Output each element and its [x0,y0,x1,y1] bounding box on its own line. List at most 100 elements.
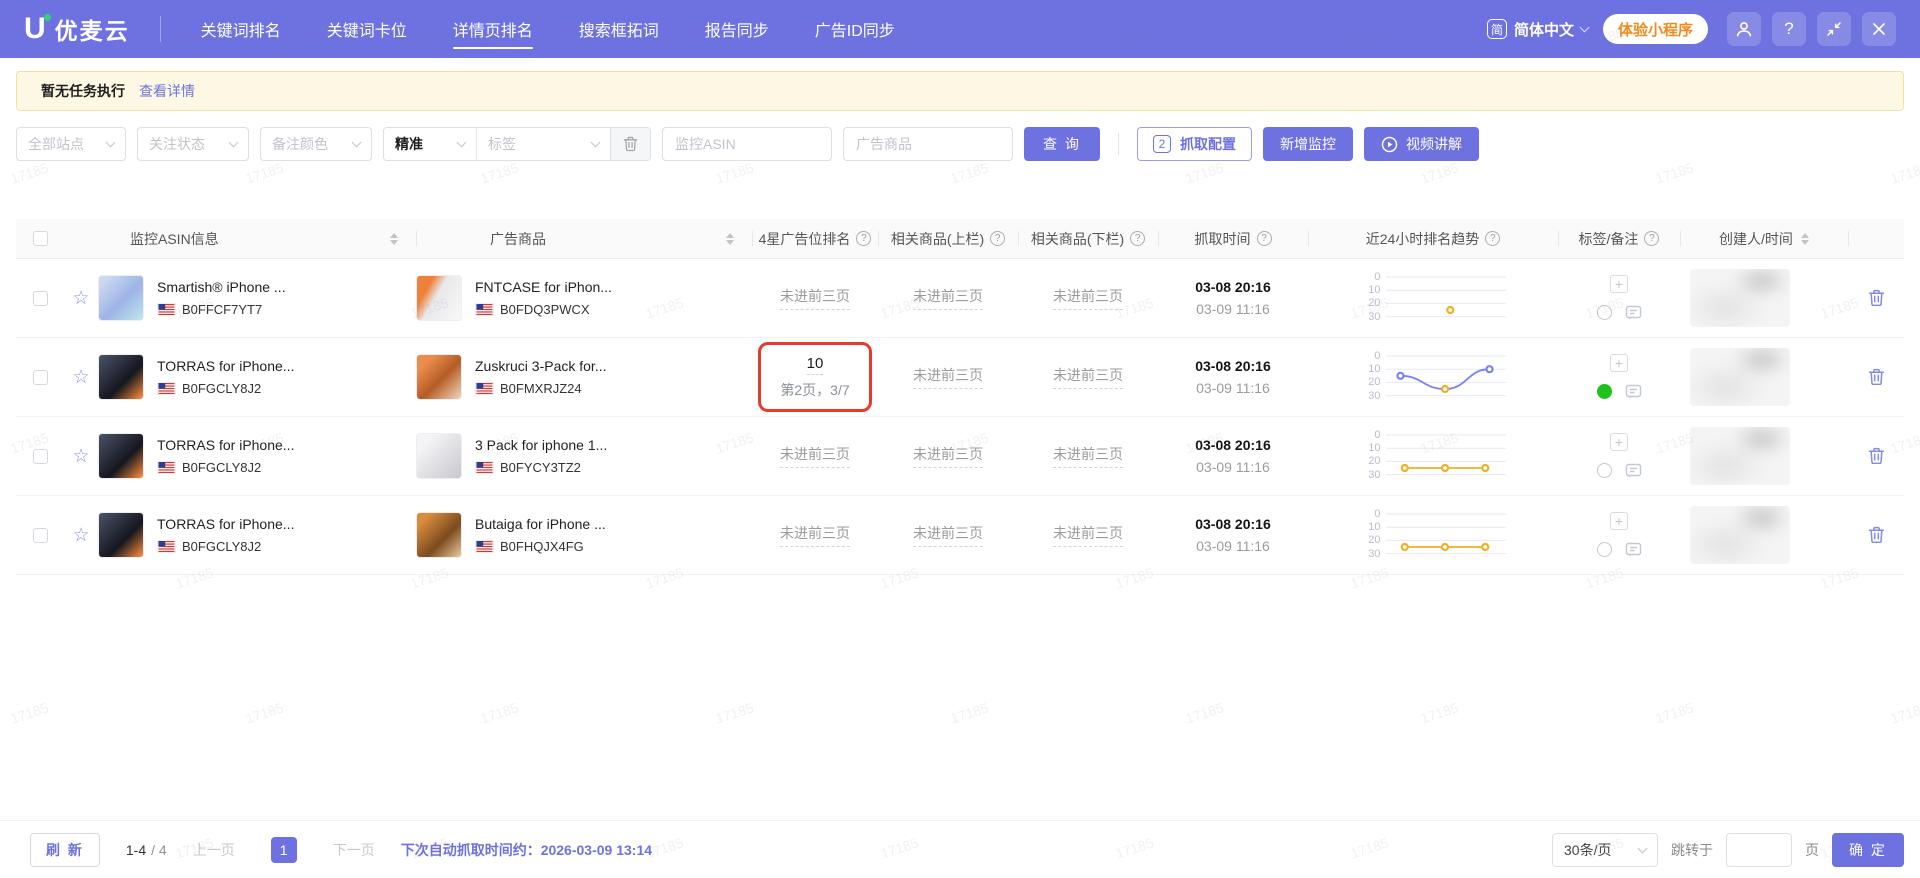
nav-item-4[interactable]: 搜索框拓词 [579,0,659,58]
nav-item-3[interactable]: 详情页排名 [452,0,533,58]
info-icon[interactable]: ? [856,231,872,246]
sort-icon[interactable] [726,232,734,245]
site-filter-select[interactable]: 全部站点 [16,127,126,161]
nav-item-2[interactable]: 关键词卡位 [327,0,407,58]
confirm-button[interactable]: 确 定 [1832,832,1904,867]
column-header-trend[interactable]: 近24小时排名趋势? [1308,219,1558,258]
clear-tag-filter-button[interactable] [610,128,650,160]
add-tag-icon[interactable]: + [1610,433,1628,451]
follow-status-select[interactable]: 关注状态 [137,127,249,161]
next-page-button[interactable]: 下一页 [333,840,375,860]
note-color-select[interactable]: 备注颜色 [260,127,372,161]
mini-program-button[interactable]: 体验小程序 [1602,14,1708,44]
tag-select[interactable]: 标签 [476,128,610,160]
note-color-dot[interactable] [1596,542,1612,557]
add-tag-icon[interactable]: + [1610,275,1628,293]
favorite-star-icon[interactable]: ☆ [64,445,98,468]
ad-product-image[interactable] [416,512,462,558]
add-tag-icon[interactable]: + [1610,354,1628,372]
help-button[interactable]: ? [1772,12,1806,46]
delete-row-button[interactable] [1868,368,1885,386]
monitor-product-title[interactable]: TORRAS for iPhone... [157,358,294,374]
monitor-asin-input[interactable] [662,127,832,161]
favorite-star-icon[interactable]: ☆ [64,524,98,547]
monitor-product-title[interactable]: TORRAS for iPhone... [157,516,294,532]
ad-product-image[interactable] [416,354,462,400]
ad-product-title[interactable]: Butaiga for iPhone ... [475,516,606,532]
user-button[interactable] [1727,12,1761,46]
add-monitor-button[interactable]: 新增监控 [1263,127,1353,161]
delete-row-button[interactable] [1868,526,1885,544]
info-icon[interactable]: ? [1256,231,1272,246]
row-checkbox[interactable] [32,448,48,464]
monitor-product-image[interactable] [98,433,144,479]
monitor-product-image[interactable] [98,275,144,321]
nav-item-5[interactable]: 报告同步 [705,0,769,58]
favorite-star-icon[interactable]: ☆ [64,287,98,310]
close-button[interactable] [1862,12,1896,46]
monitor-product-title[interactable]: TORRAS for iPhone... [157,437,294,453]
refresh-button[interactable]: 刷 新 [30,832,100,867]
notice-detail-link[interactable]: 查看详情 [139,81,195,101]
rank-trend-chart[interactable]: 0 10 20 30 [1361,272,1506,324]
info-icon[interactable]: ? [1644,231,1660,246]
memo-icon[interactable] [1625,541,1642,558]
sort-icon[interactable] [1800,232,1809,245]
add-tag-icon[interactable]: + [1610,512,1628,530]
column-header-time[interactable]: 抓取时间? [1158,219,1308,258]
monitor-product-image[interactable] [98,512,144,558]
favorite-star-icon[interactable]: ☆ [64,366,98,389]
row-checkbox[interactable] [32,290,48,306]
nav-item-6[interactable]: 广告ID同步 [815,0,895,58]
rank-value[interactable]: 10 第2页，3/7 [780,354,850,400]
row-checkbox[interactable] [32,369,48,385]
column-header-rel_top[interactable]: 相关商品(上栏)? [878,219,1018,258]
search-button[interactable]: 查 询 [1024,127,1100,161]
capture-config-button[interactable]: 2 抓取配置 [1137,127,1252,161]
match-type-select[interactable]: 精准 [384,128,476,160]
language-selector[interactable]: 简 简体中文 [1486,19,1590,40]
memo-icon[interactable] [1625,462,1642,479]
row-checkbox[interactable] [32,527,48,543]
prev-page-button[interactable]: 上一页 [193,840,235,860]
note-color-dot[interactable] [1596,384,1612,399]
info-icon[interactable]: ? [1130,231,1146,246]
rank-cell: 未进前三页 [752,496,878,574]
related-bottom-status: 未进前三页 [1053,365,1123,389]
ad-product-image[interactable] [416,433,462,479]
page-size-select[interactable]: 30条/页 [1552,832,1658,867]
monitor-product-title[interactable]: Smartish® iPhone ... [157,279,286,295]
memo-icon[interactable] [1625,383,1642,400]
select-all-checkbox[interactable] [32,231,48,246]
column-header-rank[interactable]: 4星广告位排名? [752,219,878,258]
column-header-tags[interactable]: 标签/备注? [1558,219,1680,258]
language-icon: 简 [1486,19,1507,39]
delete-row-button[interactable] [1868,447,1885,465]
column-header-ad[interactable]: 广告商品 [416,219,752,258]
current-page-button[interactable]: 1 [270,836,297,863]
jump-page-input[interactable] [1726,832,1792,867]
info-icon[interactable]: ? [1485,231,1501,246]
rank-trend-chart[interactable]: 0 10 20 30 [1361,430,1506,482]
rank-trend-chart[interactable]: 0 10 20 30 [1361,509,1506,561]
ad-product-title[interactable]: FNTCASE for iPhon... [475,279,612,295]
video-guide-button[interactable]: 视频讲解 [1364,127,1479,161]
sort-icon[interactable] [390,232,398,245]
ad-product-image[interactable] [416,275,462,321]
note-color-dot[interactable] [1596,463,1612,478]
note-color-dot[interactable] [1596,305,1612,320]
column-header-rel_bot[interactable]: 相关商品(下栏)? [1018,219,1158,258]
related-top-status: 未进前三页 [913,365,983,389]
rank-trend-chart[interactable]: 0 10 20 30 [1361,351,1506,403]
delete-row-button[interactable] [1868,289,1885,307]
nav-item-1[interactable]: 关键词排名 [201,0,281,58]
ad-product-input[interactable] [843,127,1013,161]
column-header-creator[interactable]: 创建人/时间 [1680,219,1848,258]
ad-product-title[interactable]: 3 Pack for iphone 1... [475,437,607,453]
collapse-button[interactable] [1817,12,1851,46]
column-header-asin[interactable]: 监控ASIN信息 [64,219,416,258]
info-icon[interactable]: ? [990,231,1006,246]
memo-icon[interactable] [1625,304,1642,321]
monitor-product-image[interactable] [98,354,144,400]
ad-product-title[interactable]: Zuskruci 3-Pack for... [475,358,606,374]
